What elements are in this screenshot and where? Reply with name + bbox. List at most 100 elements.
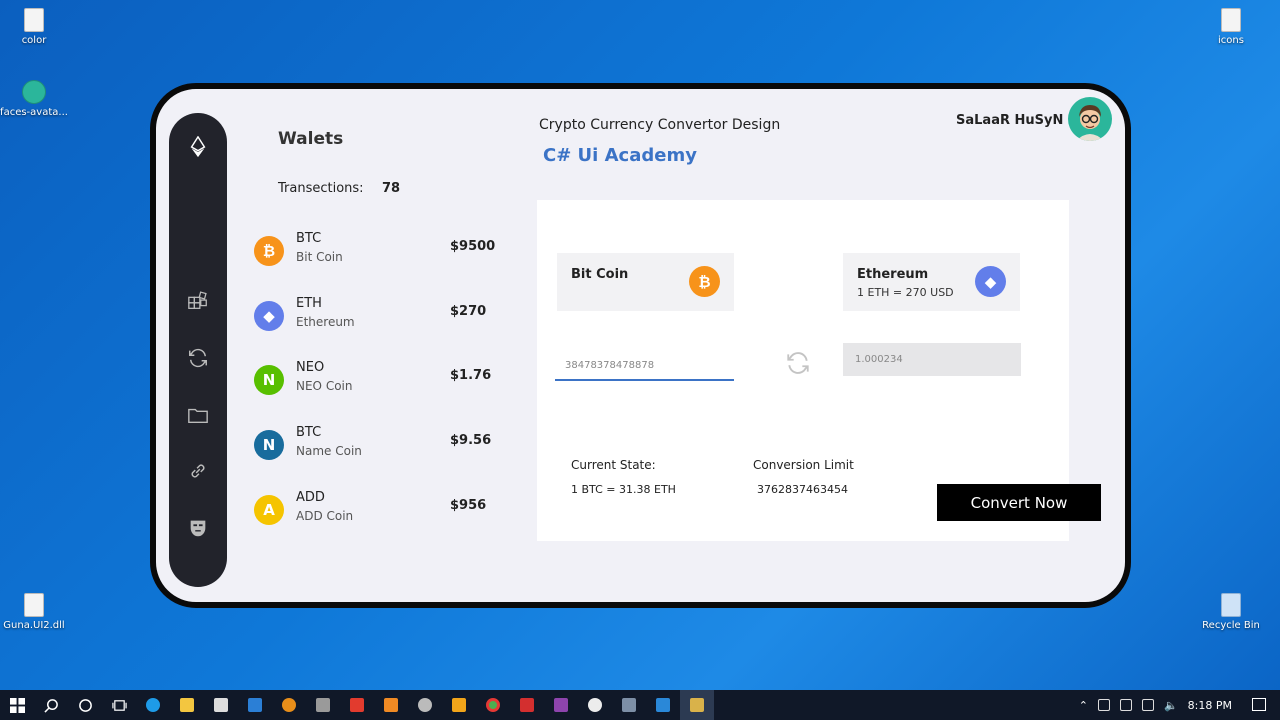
battery-icon[interactable] [1119, 699, 1132, 711]
neo-icon: N [254, 365, 284, 395]
from-coin-card[interactable]: Bit Coin ₿ [557, 253, 734, 311]
desktop-icon-guna-dll[interactable]: Guna.UI2.dll [0, 593, 70, 631]
task-view-icon[interactable] [102, 690, 136, 720]
desktop-icon-color[interactable]: color [0, 8, 70, 46]
chevron-up-icon[interactable]: ⌃ [1079, 699, 1088, 712]
sidebar [169, 113, 227, 587]
coin-price: $9.56 [450, 433, 492, 448]
app-icon-tools[interactable] [306, 690, 340, 720]
coin-symbol: BTC [296, 425, 322, 440]
app-icon-yellow[interactable] [442, 690, 476, 720]
desktop-icon-icons[interactable]: icons [1195, 8, 1267, 46]
desktop-icon-label: icons [1218, 35, 1244, 46]
file-icon [24, 8, 44, 32]
mask-icon[interactable] [186, 516, 210, 540]
conversion-limit-label: Conversion Limit [753, 458, 854, 472]
from-coin-name: Bit Coin [571, 267, 629, 282]
cortana-icon[interactable] [68, 690, 102, 720]
dll-file-icon [24, 593, 44, 617]
grid-icon[interactable] [186, 289, 210, 313]
refresh-icon[interactable] [186, 346, 210, 370]
convert-now-button[interactable]: Convert Now [937, 484, 1101, 521]
coin-name: ADD Coin [296, 509, 354, 523]
search-icon[interactable] [34, 690, 68, 720]
coin-price: $956 [450, 498, 487, 513]
transactions-count: 78 [382, 181, 401, 196]
coin-price: $1.76 [450, 368, 492, 383]
app-icon-red[interactable] [340, 690, 374, 720]
coin-price: $270 [450, 304, 487, 319]
bitcoin-icon: ₿ [254, 236, 284, 266]
app-icon-red-2[interactable] [510, 690, 544, 720]
avatar-file-icon [22, 80, 46, 104]
clock[interactable]: 8:18 PM [1188, 699, 1232, 712]
desktop-icon-recycle-bin[interactable]: Recycle Bin [1195, 593, 1267, 631]
desktop-icon-label: faces-avata... [0, 107, 68, 118]
current-state-value: 1 BTC = 31.38 ETH [571, 483, 676, 496]
coin-name: Ethereum [296, 315, 355, 329]
mail-icon[interactable] [238, 690, 272, 720]
ethereum-logo-icon[interactable] [186, 135, 210, 159]
user-avatar[interactable] [1068, 97, 1112, 141]
from-amount-input[interactable] [555, 351, 734, 381]
app-icon-gray[interactable] [408, 690, 442, 720]
desktop-icon-label: Guna.UI2.dll [3, 620, 65, 631]
edge-icon[interactable] [136, 690, 170, 720]
swap-icon[interactable] [785, 350, 811, 376]
coin-row-neo[interactable]: N NEO NEO Coin $1.76 [252, 360, 502, 400]
to-coin-name: Ethereum [857, 267, 929, 282]
app-icon-photos[interactable] [646, 690, 680, 720]
coin-price: $9500 [450, 239, 496, 254]
coin-symbol: ADD [296, 490, 325, 505]
taskbar: ⌃ 🔈 8:18 PM [0, 690, 1280, 720]
coin-name: Name Coin [296, 444, 362, 458]
coin-row-btc[interactable]: ₿ BTC Bit Coin $9500 [252, 231, 502, 271]
desktop-icon-label: color [21, 35, 47, 46]
file-icon [1221, 8, 1241, 32]
conversion-limit-value: 3762837463454 [757, 483, 848, 496]
ethereum-icon: ◆ [254, 301, 284, 331]
coin-row-namecoin[interactable]: N BTC Name Coin $9.56 [252, 425, 502, 465]
coin-row-add[interactable]: A ADD ADD Coin $956 [252, 490, 502, 530]
desktop-icon-faces-avatar[interactable]: faces-avata... [0, 80, 70, 118]
app-icon-orange[interactable] [272, 690, 306, 720]
coin-name: NEO Coin [296, 379, 353, 393]
recycle-bin-icon [1221, 593, 1241, 617]
app-icon-calculator[interactable] [680, 690, 714, 720]
current-state-label: Current State: [571, 458, 656, 472]
bitcoin-icon: ₿ [689, 266, 720, 297]
coin-symbol: ETH [296, 296, 322, 311]
add-coin-icon: A [254, 495, 284, 525]
file-explorer-icon[interactable] [170, 690, 204, 720]
app-icon-snip[interactable] [612, 690, 646, 720]
wifi-icon[interactable] [1141, 699, 1154, 711]
to-amount-input[interactable] [843, 343, 1021, 376]
link-icon[interactable] [186, 459, 210, 483]
notification-icon[interactable] [1252, 698, 1266, 711]
visual-studio-icon[interactable] [544, 690, 578, 720]
app-subtitle: C# Ui Academy [543, 145, 697, 166]
app-title: Crypto Currency Convertor Design [539, 117, 781, 133]
volume-icon[interactable]: 🔈 [1164, 699, 1178, 712]
chrome-icon[interactable] [476, 690, 510, 720]
app-icon-compass[interactable] [578, 690, 612, 720]
ethereum-icon: ◆ [975, 266, 1006, 297]
wallets-title: Walets [278, 129, 344, 149]
transactions-label: Transections: [278, 181, 364, 196]
app-icon-amber[interactable] [374, 690, 408, 720]
user-name: SaLaaR HuSyN [956, 113, 1064, 128]
folder-icon[interactable] [186, 403, 210, 427]
desktop-icon-label: Recycle Bin [1202, 620, 1260, 631]
store-icon[interactable] [204, 690, 238, 720]
coin-symbol: NEO [296, 360, 325, 375]
to-coin-rate: 1 ETH = 270 USD [857, 286, 954, 299]
namecoin-icon: N [254, 430, 284, 460]
to-coin-card[interactable]: Ethereum 1 ETH = 270 USD ◆ [843, 253, 1020, 311]
windows-start-icon[interactable] [0, 690, 34, 720]
microphone-icon[interactable] [1097, 699, 1110, 711]
converter-app-window: Walets Transections: 78 ₿ BTC Bit Coin $… [150, 83, 1131, 608]
system-tray: ⌃ 🔈 8:18 PM [1079, 690, 1232, 720]
coin-symbol: BTC [296, 231, 322, 246]
coin-row-eth[interactable]: ◆ ETH Ethereum $270 [252, 296, 502, 336]
coin-name: Bit Coin [296, 250, 343, 264]
